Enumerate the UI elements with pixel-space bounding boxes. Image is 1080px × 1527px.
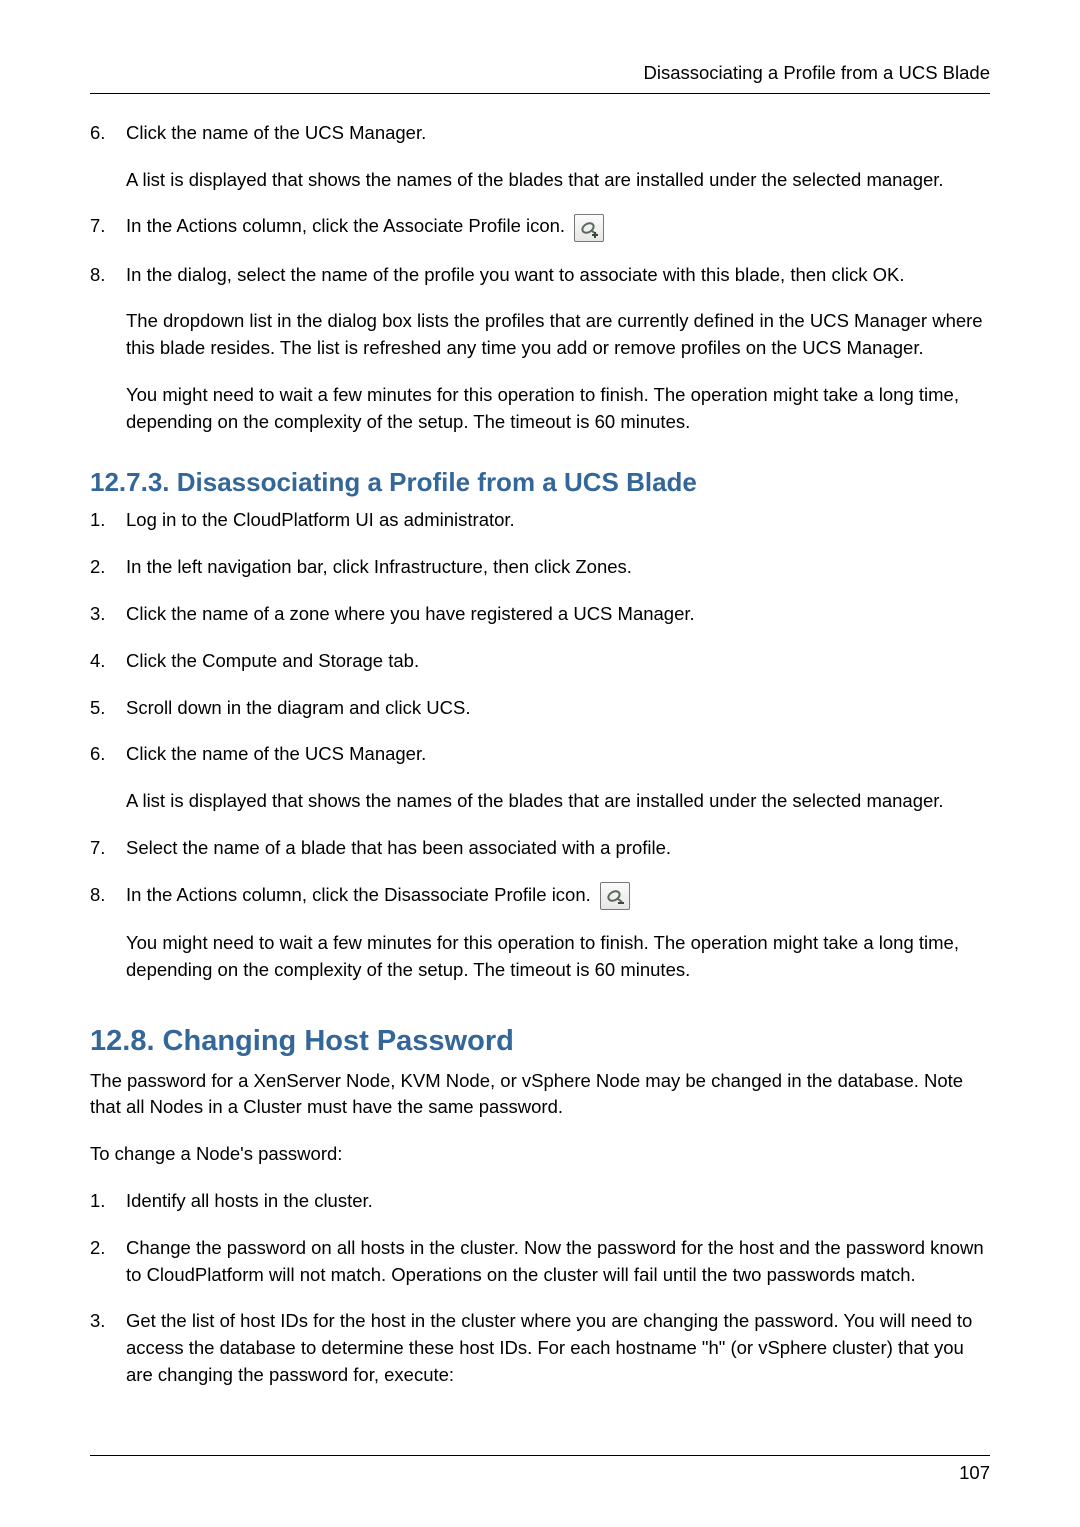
step-text: In the dialog, select the name of the pr… bbox=[126, 262, 990, 289]
list-item: 2. In the left navigation bar, click Inf… bbox=[90, 554, 990, 581]
step-number: 2. bbox=[90, 1235, 105, 1262]
step-text: A list is displayed that shows the names… bbox=[126, 167, 990, 194]
step-number: 4. bbox=[90, 648, 105, 675]
list-item: 7. In the Actions column, click the Asso… bbox=[90, 213, 990, 241]
step-number: 6. bbox=[90, 120, 105, 147]
step-text: Get the list of host IDs for the host in… bbox=[126, 1308, 990, 1388]
step-text: You might need to wait a few minutes for… bbox=[126, 930, 990, 984]
list-item: 8. In the dialog, select the name of the… bbox=[90, 262, 990, 436]
step-number: 1. bbox=[90, 1188, 105, 1215]
section-intro: The password for a XenServer Node, KVM N… bbox=[90, 1068, 990, 1122]
step-text-span: In the Actions column, click the Disasso… bbox=[126, 884, 591, 905]
continued-step-list: 6. Click the name of the UCS Manager. A … bbox=[90, 120, 990, 436]
step-number: 7. bbox=[90, 213, 105, 240]
section-heading-12-8: 12.8. Changing Host Password bbox=[90, 1020, 990, 1062]
step-text: A list is displayed that shows the names… bbox=[126, 788, 990, 815]
step-number: 8. bbox=[90, 262, 105, 289]
step-text: Log in to the CloudPlatform UI as admini… bbox=[126, 507, 990, 534]
step-number: 2. bbox=[90, 554, 105, 581]
list-item: 3. Get the list of host IDs for the host… bbox=[90, 1308, 990, 1388]
associate-profile-icon bbox=[574, 214, 604, 242]
step-text: You might need to wait a few minutes for… bbox=[126, 382, 990, 436]
list-item: 1. Identify all hosts in the cluster. bbox=[90, 1188, 990, 1215]
step-text: Click the Compute and Storage tab. bbox=[126, 648, 990, 675]
list-item: 6. Click the name of the UCS Manager. A … bbox=[90, 741, 990, 815]
step-text: Click the name of the UCS Manager. bbox=[126, 741, 990, 768]
step-text: Click the name of the UCS Manager. bbox=[126, 120, 990, 147]
list-item: 3. Click the name of a zone where you ha… bbox=[90, 601, 990, 628]
step-number: 7. bbox=[90, 835, 105, 862]
step-text: Change the password on all hosts in the … bbox=[126, 1235, 990, 1289]
list-item: 5. Scroll down in the diagram and click … bbox=[90, 695, 990, 722]
step-text-span: In the Actions column, click the Associa… bbox=[126, 215, 565, 236]
section-intro: To change a Node's password: bbox=[90, 1141, 990, 1168]
step-list-12-8: 1. Identify all hosts in the cluster. 2.… bbox=[90, 1188, 990, 1389]
step-number: 5. bbox=[90, 695, 105, 722]
section-heading-12-7-3: 12.7.3. Disassociating a Profile from a … bbox=[90, 464, 990, 502]
step-text: In the Actions column, click the Associa… bbox=[126, 213, 990, 241]
running-header: Disassociating a Profile from a UCS Blad… bbox=[90, 60, 990, 94]
list-item: 2. Change the password on all hosts in t… bbox=[90, 1235, 990, 1289]
page-footer: 107 bbox=[90, 1455, 990, 1487]
list-item: 7. Select the name of a blade that has b… bbox=[90, 835, 990, 862]
step-text: Scroll down in the diagram and click UCS… bbox=[126, 695, 990, 722]
disassociate-profile-icon bbox=[600, 882, 630, 910]
step-list-12-7-3: 1. Log in to the CloudPlatform UI as adm… bbox=[90, 507, 990, 983]
page-number: 107 bbox=[90, 1455, 990, 1487]
step-text: In the left navigation bar, click Infras… bbox=[126, 554, 990, 581]
list-item: 1. Log in to the CloudPlatform UI as adm… bbox=[90, 507, 990, 534]
step-text: In the Actions column, click the Disasso… bbox=[126, 882, 990, 910]
step-number: 3. bbox=[90, 601, 105, 628]
step-text: Identify all hosts in the cluster. bbox=[126, 1188, 990, 1215]
step-number: 3. bbox=[90, 1308, 105, 1335]
list-item: 4. Click the Compute and Storage tab. bbox=[90, 648, 990, 675]
list-item: 8. In the Actions column, click the Disa… bbox=[90, 882, 990, 984]
step-text: Select the name of a blade that has been… bbox=[126, 835, 990, 862]
step-text: Click the name of a zone where you have … bbox=[126, 601, 990, 628]
step-number: 8. bbox=[90, 882, 105, 909]
step-number: 1. bbox=[90, 507, 105, 534]
step-number: 6. bbox=[90, 741, 105, 768]
step-text: The dropdown list in the dialog box list… bbox=[126, 308, 990, 362]
list-item: 6. Click the name of the UCS Manager. A … bbox=[90, 120, 990, 194]
